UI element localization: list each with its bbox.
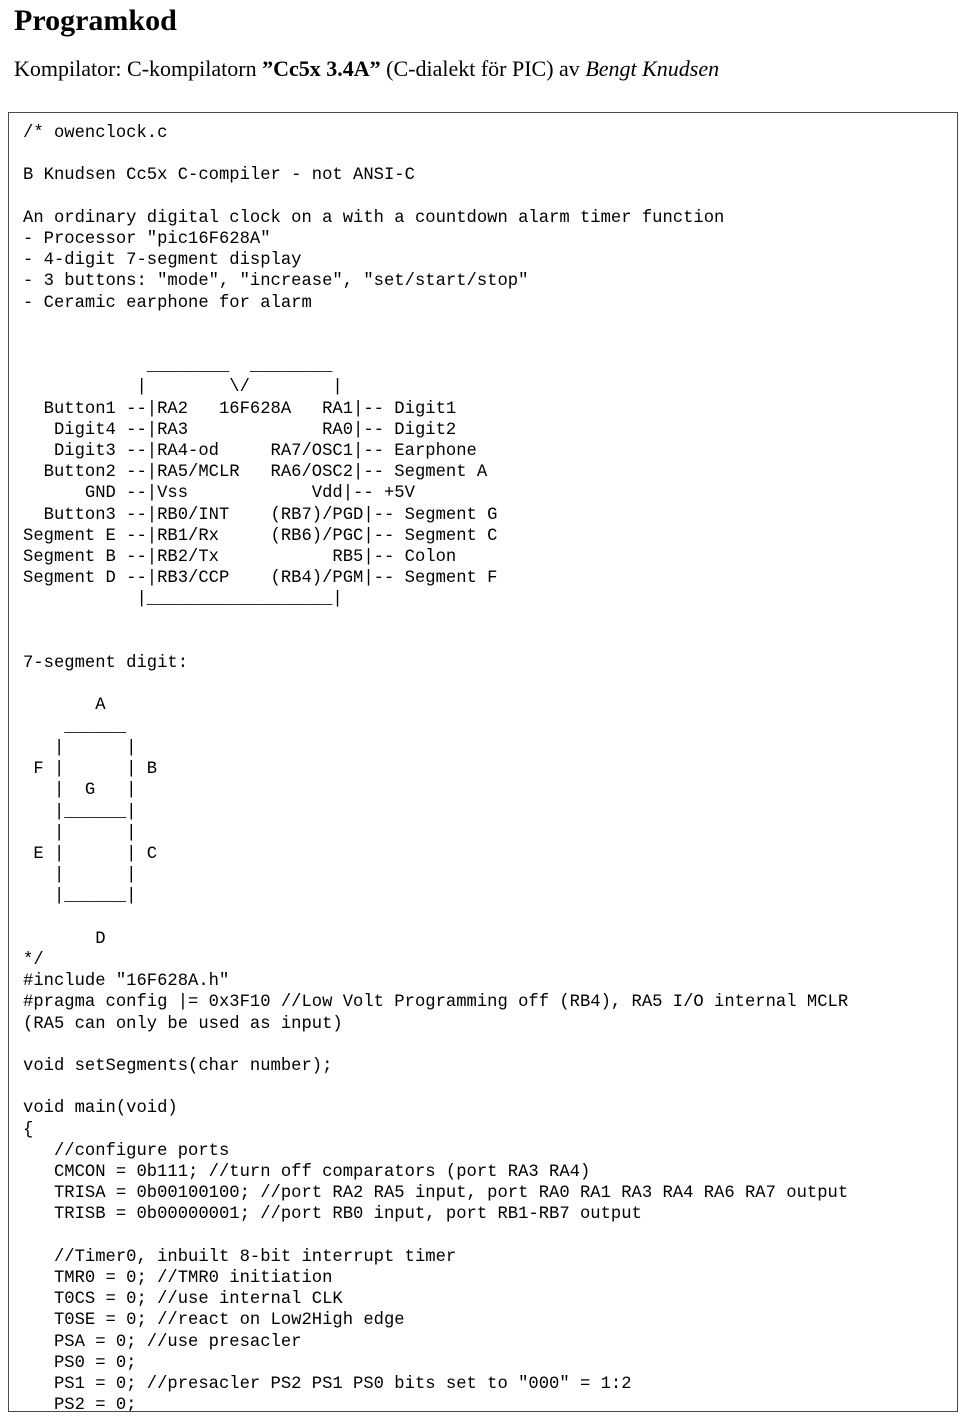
code-listing-box: /* owenclock.c B Knudsen Cc5x C-compiler… xyxy=(8,112,958,1412)
subtitle-author: Bengt Knudsen xyxy=(585,56,720,81)
page-title: Programkod xyxy=(14,4,177,37)
subtitle-middle: (C-dialekt för PIC) av xyxy=(380,56,586,81)
subtitle-prefix: Kompilator: C-kompilatorn xyxy=(14,56,263,81)
subtitle-compiler-name: ”Cc5x 3.4A” xyxy=(262,56,381,81)
compiler-subtitle: Kompilator: C-kompilatorn ”Cc5x 3.4A” (C… xyxy=(14,56,960,82)
source-code-text: /* owenclock.c B Knudsen Cc5x C-compiler… xyxy=(23,124,849,1412)
document-page: Programkod Kompilator: C-kompilatorn ”Cc… xyxy=(0,4,960,1420)
